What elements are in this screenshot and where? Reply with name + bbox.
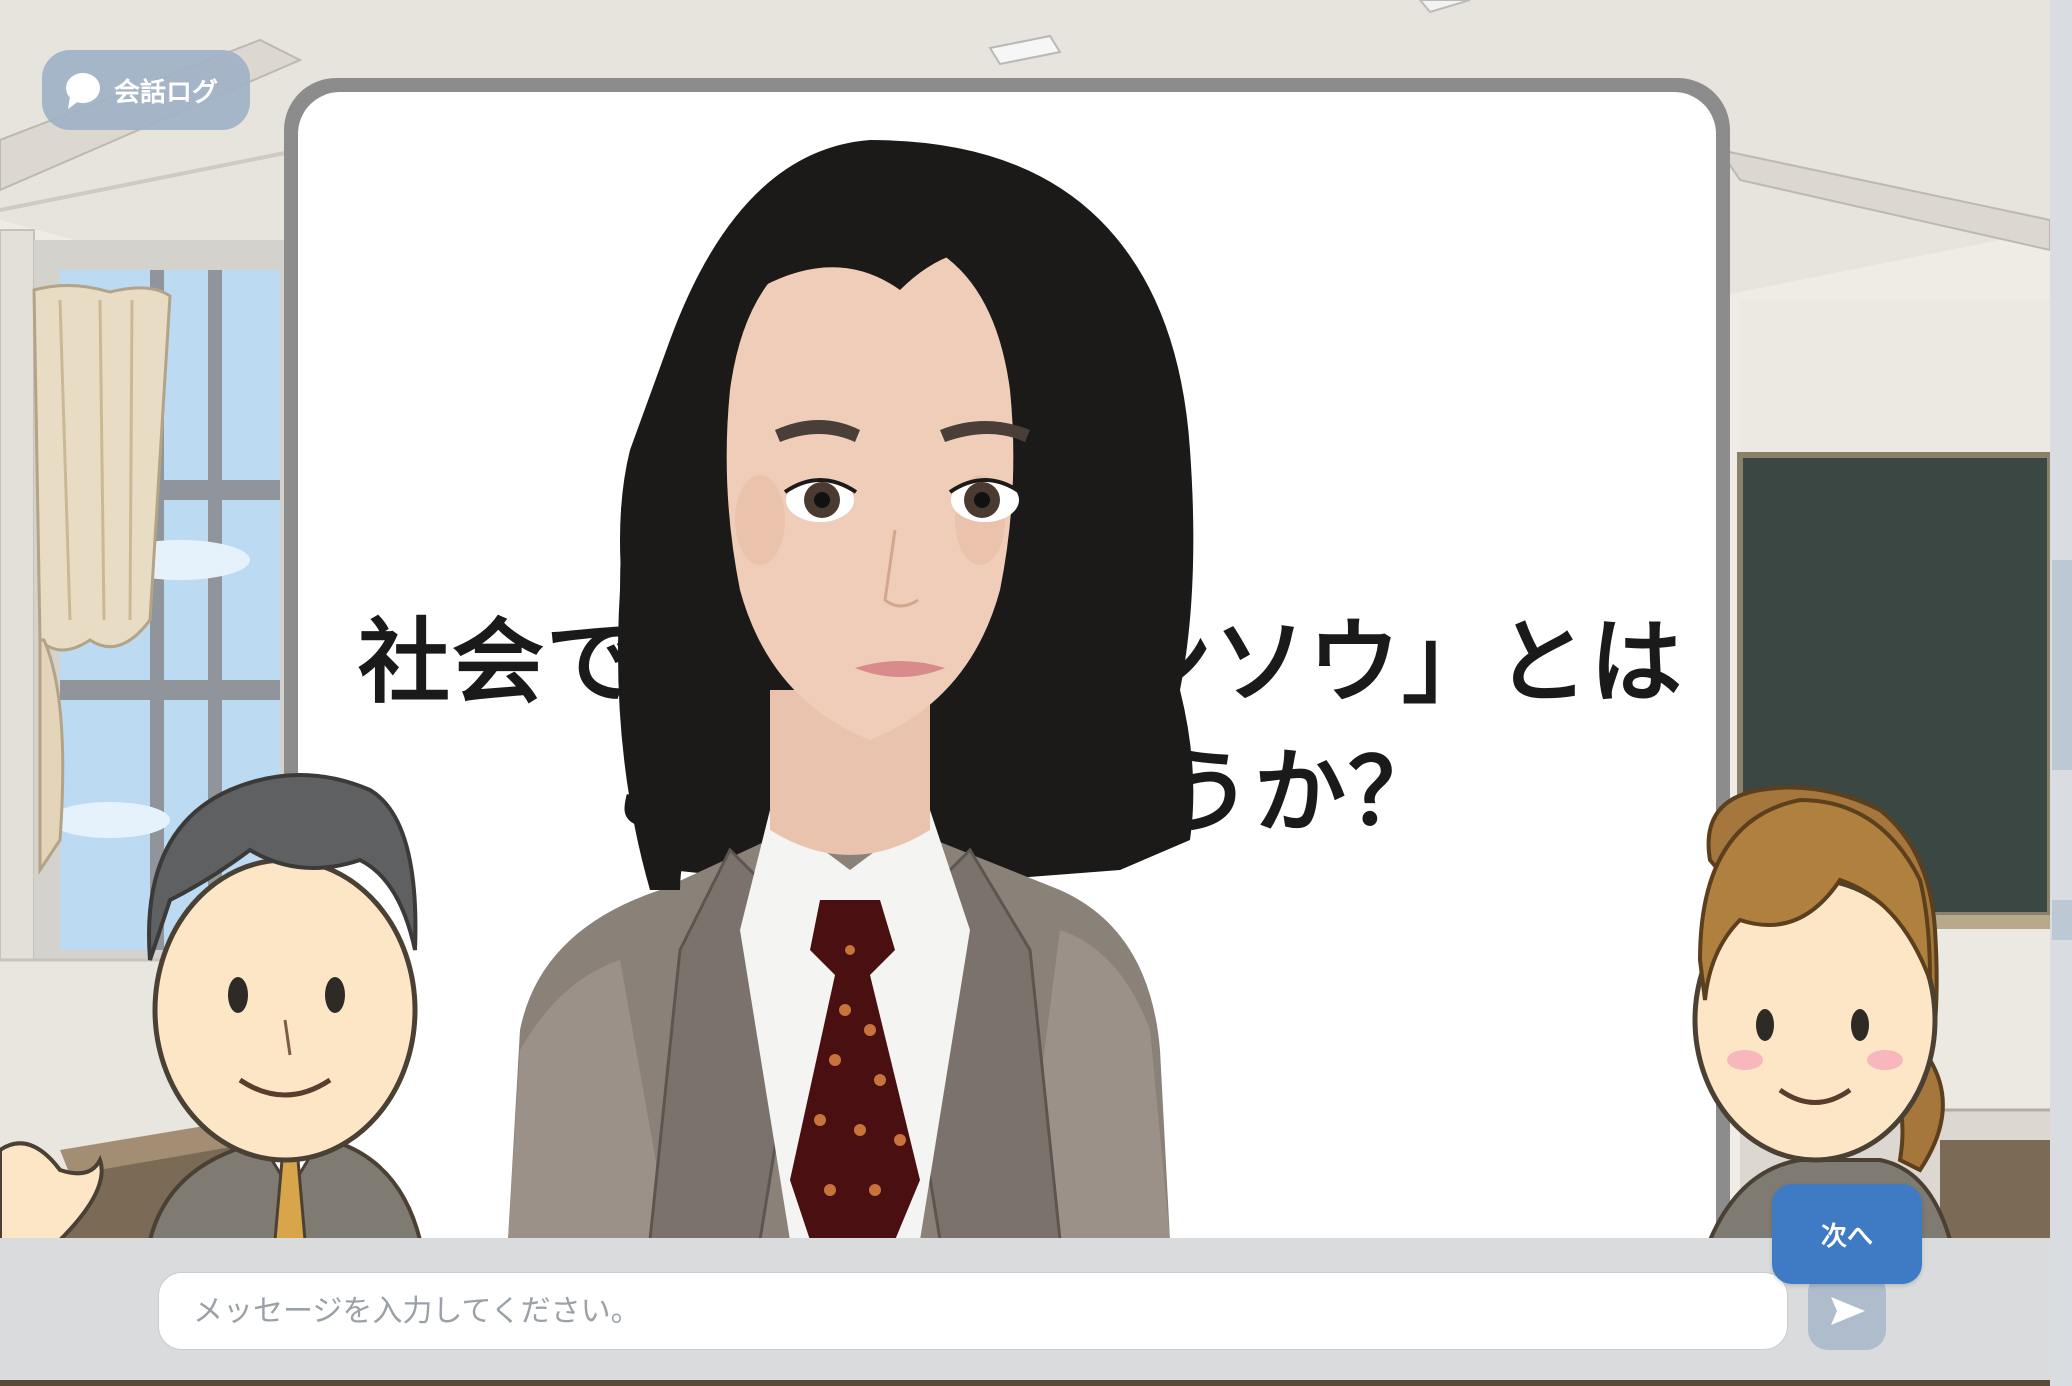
edge-block [2052,900,2072,940]
app-stage: 社会での ンソウ」とは こ うか？ [0,0,2051,1380]
next-button[interactable]: 次へ [1772,1184,1922,1284]
edge-block [2052,560,2072,770]
message-input[interactable] [158,1272,1788,1350]
avatar [508,140,1194,1240]
adjacent-window-edge [2050,0,2072,1386]
next-button-label: 次へ [1820,1221,1873,1252]
send-arrow-icon [1831,1297,1865,1325]
speech-bubble-icon [66,73,100,109]
chat-log-label: 会話ログ [114,77,219,108]
chat-log-button[interactable]: 会話ログ [42,50,250,130]
